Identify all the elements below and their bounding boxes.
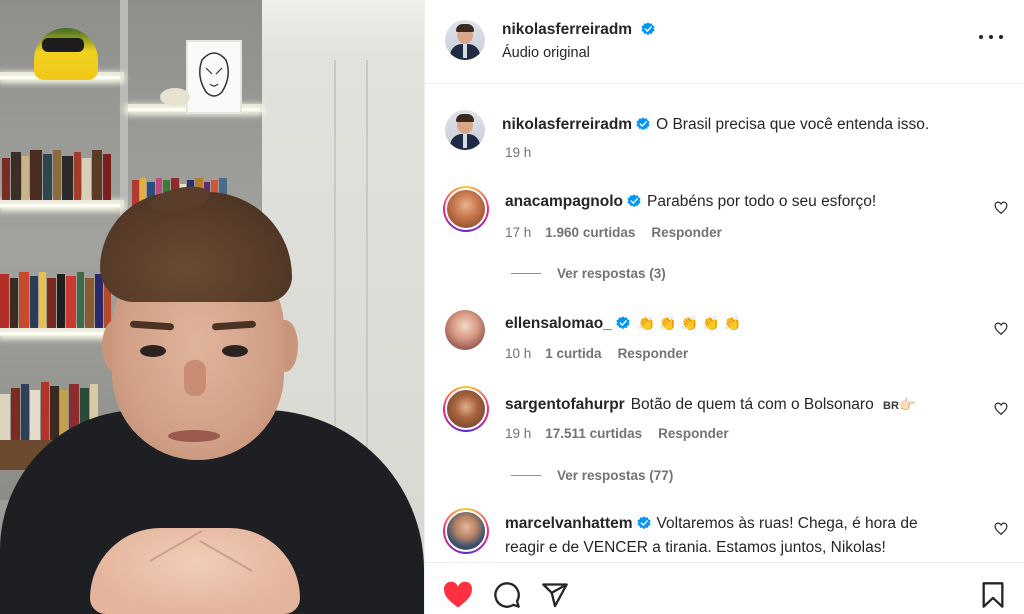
- verified-badge-icon: [640, 22, 655, 36]
- audio-label[interactable]: Áudio original: [502, 45, 590, 61]
- comment-text: Botão de quem tá com o Bolsonaro: [630, 396, 874, 413]
- comment-text: 👏👏👏👏👏: [637, 315, 745, 331]
- pointing-emoji: 👉🏻: [898, 396, 917, 412]
- avatar[interactable]: [443, 508, 489, 554]
- header-username-row: nikolasferreiradm: [502, 21, 655, 39]
- view-replies-button[interactable]: Ver respostas (3): [511, 266, 666, 281]
- comment-time: 10 h: [505, 346, 532, 361]
- post-header: nikolasferreiradm Áudio original: [425, 0, 1024, 84]
- comment: sargentofahurpr Botão de quem tá com o Bo…: [505, 396, 916, 414]
- nose: [184, 360, 206, 396]
- heart-icon[interactable]: [994, 322, 1008, 336]
- reply-button[interactable]: Responder: [618, 346, 689, 361]
- heart-icon[interactable]: [994, 522, 1008, 536]
- comments-panel: nikolasferreiradm Áudio original nikolas…: [424, 0, 1024, 614]
- ball: [160, 88, 190, 106]
- books-row: [0, 270, 112, 328]
- comment-meta: 19 h 17.511 curtidas Responder: [505, 426, 729, 441]
- ceiling: [262, 0, 424, 58]
- comment-username[interactable]: marcelvanhattem: [505, 515, 633, 532]
- caption-time: 19 h: [505, 145, 532, 160]
- comment-text-line2: reagir e de VENCER a tirania. Estamos ju…: [505, 539, 886, 556]
- view-replies-label: Ver respostas (3): [557, 266, 666, 281]
- comment-likes[interactable]: 1.960 curtidas: [545, 225, 635, 240]
- mouth: [168, 430, 220, 442]
- books-row: [2, 148, 112, 200]
- comment-text: Parabéns por todo o seu esforço!: [647, 193, 877, 210]
- verified-badge-icon: [616, 316, 630, 330]
- comment-username[interactable]: anacampagnolo: [505, 193, 623, 210]
- flag-label: BR: [883, 400, 899, 412]
- comment-time: 17 h: [505, 225, 532, 240]
- comment-icon[interactable]: [493, 581, 521, 609]
- verified-badge-icon: [627, 194, 641, 208]
- heart-icon[interactable]: [443, 581, 473, 609]
- avatar[interactable]: [445, 310, 485, 350]
- view-replies-label: Ver respostas (77): [557, 468, 674, 483]
- comment-text-line1: Voltaremos às ruas! Chega, é hora de: [656, 515, 918, 532]
- shelf-light: [0, 332, 120, 335]
- comment-username[interactable]: sargentofahurpr: [505, 396, 625, 413]
- comment-username[interactable]: ellensalomao_: [505, 315, 612, 332]
- reel-video[interactable]: [0, 0, 424, 614]
- comment-likes[interactable]: 17.511 curtidas: [545, 426, 642, 441]
- verified-badge-icon: [636, 516, 651, 530]
- reply-button[interactable]: Responder: [651, 225, 722, 240]
- verified-badge-icon: [636, 117, 650, 131]
- bookmark-icon[interactable]: [981, 581, 1005, 609]
- avatar[interactable]: [445, 20, 485, 60]
- comment: ellensalomao_ 👏👏👏👏👏: [505, 315, 745, 333]
- picture-frame: [186, 40, 242, 114]
- post-author-username[interactable]: nikolasferreiradm: [502, 21, 632, 38]
- shelf-light: [0, 204, 120, 207]
- divider: [511, 475, 541, 476]
- comment-likes[interactable]: 1 curtida: [545, 346, 601, 361]
- comment-meta: 10 h 1 curtida Responder: [505, 346, 688, 361]
- divider: [511, 273, 541, 274]
- caption-text: O Brasil precisa que você entenda isso.: [656, 116, 930, 133]
- reply-button[interactable]: Responder: [658, 426, 729, 441]
- heart-icon[interactable]: [994, 201, 1008, 215]
- comment: marcelvanhattem Voltaremos às ruas! Chega…: [505, 515, 918, 533]
- avatar[interactable]: [443, 186, 489, 232]
- comment-time: 19 h: [505, 426, 532, 441]
- action-bar: [425, 562, 1024, 614]
- share-icon[interactable]: [541, 581, 569, 609]
- clasped-hands: [90, 528, 300, 614]
- more-options-icon[interactable]: [979, 32, 1003, 42]
- heart-icon[interactable]: [994, 402, 1008, 416]
- caption: nikolasferreiradm O Brasil precisa que vo…: [502, 116, 929, 134]
- comment: anacampagnolo Parabéns por todo o seu esf…: [505, 193, 876, 211]
- eye: [222, 345, 248, 357]
- helmet-visor: [42, 38, 84, 52]
- avatar[interactable]: [443, 386, 489, 432]
- comment-meta: 17 h 1.960 curtidas Responder: [505, 225, 722, 240]
- avatar[interactable]: [445, 110, 485, 150]
- eye: [140, 345, 166, 357]
- view-replies-button[interactable]: Ver respostas (77): [511, 468, 673, 483]
- caption-username[interactable]: nikolasferreiradm: [502, 116, 632, 133]
